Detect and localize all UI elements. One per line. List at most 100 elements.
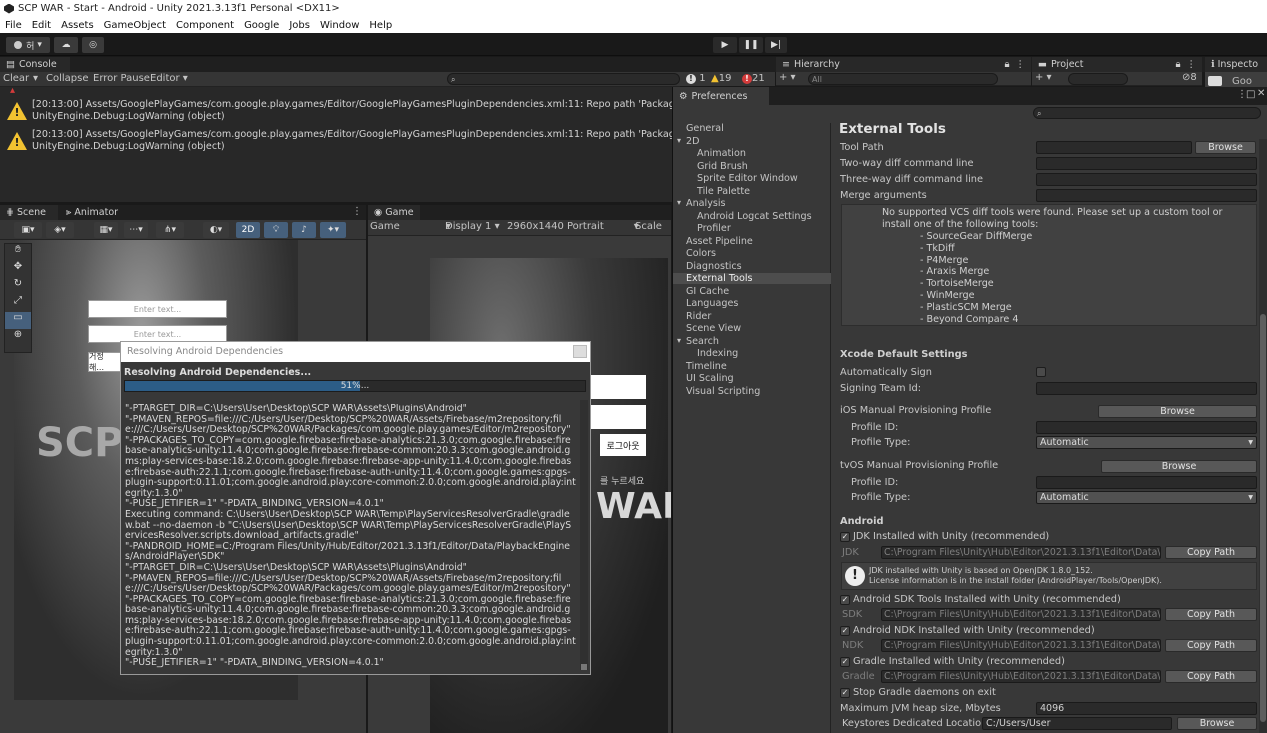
tvos-browse-button[interactable]: Browse bbox=[1101, 460, 1257, 473]
resolver-scroll-thumb[interactable] bbox=[581, 664, 587, 670]
prefs-nav-analysis[interactable]: Analysis bbox=[686, 198, 726, 209]
stop-gradle-checkbox[interactable]: ✓ bbox=[840, 688, 850, 698]
tab-preferences[interactable]: ⚙ Preferences bbox=[673, 87, 769, 105]
foldout-arrow-icon[interactable]: ▾ bbox=[677, 136, 681, 145]
gizmo-mode-button[interactable]: ◈▾ bbox=[46, 222, 74, 238]
move-tool-icon[interactable]: ✥ bbox=[5, 261, 31, 278]
prefs-nav-scene-view[interactable]: Scene View bbox=[686, 323, 741, 334]
clear-dropdown-icon[interactable]: ▾ bbox=[33, 73, 38, 84]
tool-path-field[interactable] bbox=[1036, 141, 1192, 154]
console-log-2-line2[interactable]: UnityEngine.Debug:LogWarning (object) bbox=[32, 141, 225, 153]
game-input-1[interactable] bbox=[590, 375, 646, 399]
resolver-close-button[interactable] bbox=[573, 345, 587, 358]
preferences-scrollbar[interactable] bbox=[1259, 139, 1267, 733]
prefs-nav-rider[interactable]: Rider bbox=[686, 311, 711, 322]
tab-scene[interactable]: ⋕ Scene bbox=[0, 205, 58, 220]
menu-item-window[interactable]: Window bbox=[315, 20, 364, 31]
console-log-1-line2[interactable]: UnityEngine.Debug:LogWarning (object) bbox=[32, 111, 225, 123]
foldout-arrow-icon[interactable]: ▾ bbox=[677, 336, 681, 345]
hierarchy-search-input[interactable]: All bbox=[808, 73, 998, 85]
display-select[interactable]: Display 1 ▾ bbox=[445, 221, 500, 232]
ndk-checkbox[interactable]: ✓ bbox=[840, 626, 850, 636]
tab-hierarchy[interactable]: ≡ Hierarchy 🔒︎ ⋮ bbox=[776, 57, 1031, 72]
project-search-input[interactable] bbox=[1068, 73, 1128, 85]
prefs-nav-indexing[interactable]: Indexing bbox=[697, 348, 738, 359]
increment-snap-button[interactable]: ⋔▾ bbox=[156, 222, 184, 238]
menu-item-component[interactable]: Component bbox=[171, 20, 239, 31]
tab-animator[interactable]: ⫸ Animator bbox=[60, 205, 130, 220]
tool-path-browse-button[interactable]: Browse bbox=[1195, 141, 1256, 154]
menu-item-jobs[interactable]: Jobs bbox=[284, 20, 315, 31]
grid-button[interactable]: ⋯▾ bbox=[124, 222, 148, 238]
effects-toggle[interactable]: ✦▾ bbox=[320, 222, 346, 238]
project-add-button[interactable]: + ▾ bbox=[1035, 72, 1052, 83]
prefs-nav-sprite-editor-window[interactable]: Sprite Editor Window bbox=[697, 173, 798, 184]
collapse-button[interactable]: Collapse bbox=[46, 73, 89, 84]
transform-tool-icon[interactable]: ⊕ bbox=[5, 329, 31, 346]
menu-item-file[interactable]: File bbox=[0, 20, 27, 31]
editor-dropdown[interactable]: Editor ▾ bbox=[150, 73, 188, 84]
grid-snap-button[interactable]: ▦▾ bbox=[94, 222, 118, 238]
console-log-2-line1[interactable]: [20:13:00] Assets/GooglePlayGames/com.go… bbox=[32, 129, 736, 141]
resolution-select[interactable]: 2960x1440 Portrait ▾ bbox=[507, 221, 639, 232]
add-object-button[interactable]: + ▾ bbox=[779, 72, 796, 83]
step-button[interactable]: ▶| bbox=[765, 37, 787, 53]
rotate-tool-icon[interactable]: ↻ bbox=[5, 278, 31, 295]
console-search-input[interactable]: ⌕ bbox=[447, 73, 680, 85]
jdk-checkbox[interactable]: ✓ bbox=[840, 532, 850, 542]
project-menu-icon[interactable]: ⋮ bbox=[1187, 59, 1197, 70]
tab-project[interactable]: ▬ Project 🔒︎ ⋮ bbox=[1032, 57, 1202, 72]
team-id-field[interactable] bbox=[1036, 382, 1257, 395]
rect-tool-icon[interactable]: ▭ bbox=[5, 312, 31, 329]
scene-input-1[interactable]: Enter text... bbox=[88, 300, 227, 318]
shading-button[interactable]: ◐▾ bbox=[203, 222, 229, 238]
prefs-nav-timeline[interactable]: Timeline bbox=[686, 361, 727, 372]
scene-menu-icon[interactable]: ⋮ bbox=[352, 206, 362, 217]
game-display-select[interactable]: Game ▾ bbox=[370, 221, 451, 232]
foldout-arrow-icon[interactable]: ▾ bbox=[677, 198, 681, 207]
menu-item-google[interactable]: Google bbox=[239, 20, 284, 31]
prefs-nav-colors[interactable]: Colors bbox=[686, 248, 716, 259]
menu-item-assets[interactable]: Assets bbox=[56, 20, 99, 31]
prefs-nav-profiler[interactable]: Profiler bbox=[697, 223, 731, 234]
project-lock-icon[interactable]: 🔒︎ bbox=[1175, 59, 1180, 70]
warning-count[interactable]: ▲19 bbox=[711, 73, 731, 84]
audio-toggle[interactable]: ♪ bbox=[292, 222, 316, 238]
prefs-nav-languages[interactable]: Languages bbox=[686, 298, 738, 309]
menu-item-help[interactable]: Help bbox=[364, 20, 397, 31]
tab-console[interactable]: ▤ Console bbox=[0, 57, 70, 72]
prefs-nav-android-logcat-settings[interactable]: Android Logcat Settings bbox=[697, 211, 812, 222]
logout-button[interactable]: 로그아웃 bbox=[600, 434, 646, 456]
prefs-nav-search[interactable]: Search bbox=[686, 336, 719, 347]
ios-profile-id-field[interactable] bbox=[1036, 421, 1257, 434]
prefs-nav-diagnostics[interactable]: Diagnostics bbox=[686, 261, 742, 272]
collab-button[interactable]: ◎ bbox=[82, 37, 104, 53]
prefs-nav-animation[interactable]: Animation bbox=[697, 148, 746, 159]
two-way-field[interactable] bbox=[1036, 157, 1257, 170]
play-button[interactable]: ▶ bbox=[713, 37, 737, 53]
gradle-checkbox[interactable]: ✓ bbox=[840, 657, 850, 667]
ios-browse-button[interactable]: Browse bbox=[1098, 405, 1257, 418]
menu-item-gameobject[interactable]: GameObject bbox=[99, 20, 171, 31]
tab-inspector[interactable]: ℹ Inspecto bbox=[1205, 57, 1267, 72]
prefs-nav-tile-palette[interactable]: Tile Palette bbox=[697, 186, 750, 197]
ios-profile-type-select[interactable]: Automatic ▾ bbox=[1036, 436, 1257, 449]
error-count[interactable]: ! 21 bbox=[742, 73, 765, 84]
sdk-checkbox[interactable]: ✓ bbox=[840, 595, 850, 605]
account-button[interactable]: 허 ▾ bbox=[6, 37, 50, 53]
merge-args-field[interactable] bbox=[1036, 189, 1257, 202]
tvos-profile-id-field[interactable] bbox=[1036, 476, 1257, 489]
prefs-nav-general[interactable]: General bbox=[686, 123, 724, 134]
lighting-toggle[interactable]: 💡︎ bbox=[264, 222, 288, 238]
resolver-scrollbar[interactable] bbox=[580, 400, 588, 670]
prefs-nav-2d[interactable]: 2D bbox=[686, 136, 700, 147]
keystores-field[interactable]: C:/Users/User bbox=[982, 717, 1172, 730]
prefs-nav-external-tools[interactable]: External Tools bbox=[673, 273, 831, 284]
keystores-browse-button[interactable]: Browse bbox=[1177, 717, 1257, 730]
prefs-nav-ui-scaling[interactable]: UI Scaling bbox=[686, 373, 734, 384]
auto-sign-checkbox[interactable] bbox=[1036, 367, 1046, 377]
2d-toggle[interactable]: 2D bbox=[236, 222, 260, 238]
error-pause-button[interactable]: Error Pause bbox=[93, 73, 150, 84]
menu-item-edit[interactable]: Edit bbox=[27, 20, 56, 31]
cloud-button[interactable]: ☁ bbox=[54, 37, 78, 53]
